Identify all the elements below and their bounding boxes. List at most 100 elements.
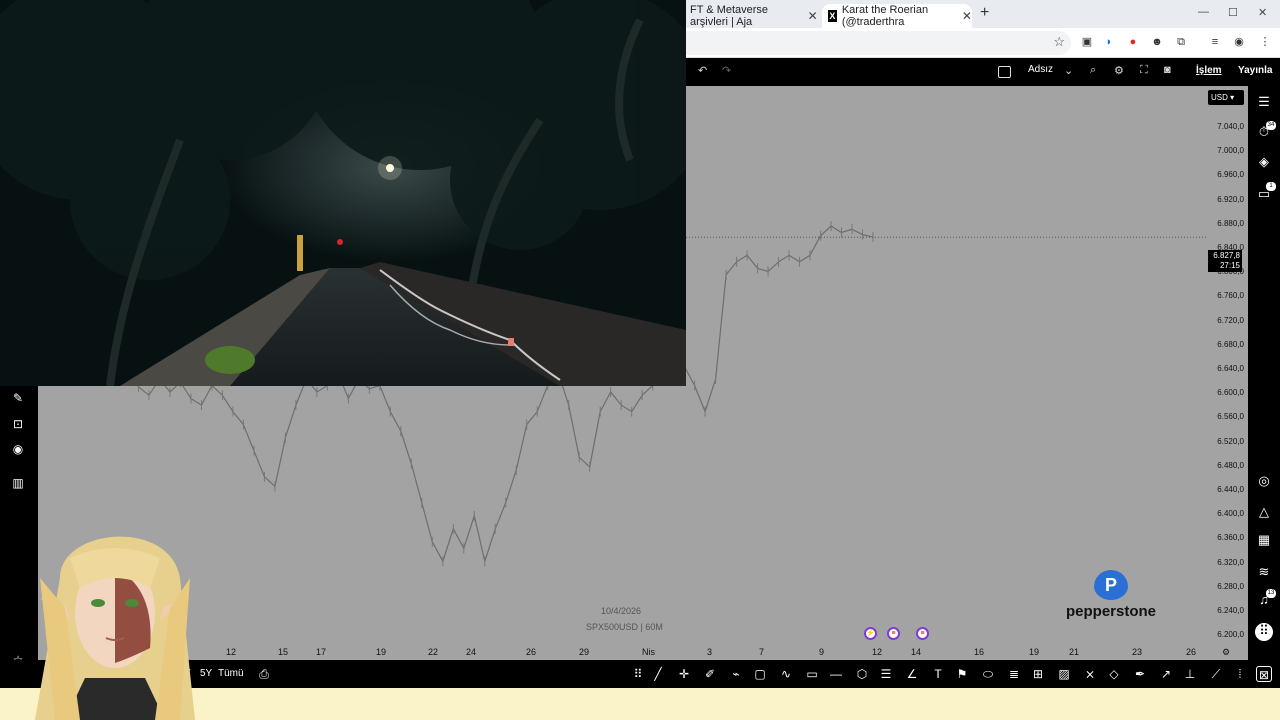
rectangle-icon[interactable]: ▢: [752, 666, 768, 682]
target-icon[interactable]: ◎: [1256, 473, 1272, 489]
arrow-icon[interactable]: ↗: [1158, 666, 1174, 682]
ruler-icon[interactable]: ⟋: [1208, 666, 1224, 682]
quick-search-icon[interactable]: ⌕: [1090, 64, 1096, 77]
range-5y-button[interactable]: 5Y: [200, 668, 212, 679]
maximize-button[interactable]: ☐: [1228, 6, 1238, 19]
us-flag-event-icon[interactable]: ≡: [916, 627, 929, 640]
new-tab-button[interactable]: +: [980, 4, 989, 22]
drag-handle-icon[interactable]: ⠿: [630, 666, 646, 682]
cast-icon[interactable]: ▣: [1080, 35, 1094, 49]
eye-icon[interactable]: ◉: [10, 441, 26, 457]
flag-icon[interactable]: ⚑: [954, 666, 970, 682]
settings-gear-icon[interactable]: ⚙: [1114, 64, 1124, 77]
trash-icon[interactable]: ▥: [10, 475, 26, 491]
calendar-icon[interactable]: ▦: [1256, 532, 1272, 548]
layout-square-icon[interactable]: [998, 66, 1011, 78]
gann-icon[interactable]: ⊞: [1030, 666, 1046, 682]
axis-settings-icon[interactable]: ⚙: [1222, 647, 1230, 658]
record-extension-icon[interactable]: ●: [1126, 35, 1140, 49]
camera-icon[interactable]: ◙: [1164, 64, 1171, 76]
price-tick-label: 6.560,0: [1217, 412, 1244, 422]
lightning-event-icon[interactable]: ⚡: [864, 627, 877, 640]
pencil-lock-icon[interactable]: ✎: [10, 390, 26, 406]
fib-channel-icon[interactable]: ≣: [1006, 666, 1022, 682]
undo-icon[interactable]: ↶: [698, 64, 707, 77]
menu-kebab-icon[interactable]: ⋮: [1258, 35, 1272, 49]
apps-grid-icon[interactable]: ⠿: [1255, 623, 1273, 641]
address-input[interactable]: ☆: [686, 31, 1071, 55]
price-scale[interactable]: 7.040,0 7.000,0 6.960,0 6.920,0 6.880,0 6.840…: [1208, 86, 1248, 660]
close-icon[interactable]: ✕: [962, 9, 972, 23]
time-tick-label: 26: [526, 647, 537, 657]
profile-avatar-icon[interactable]: ◉: [1232, 35, 1246, 49]
price-tick-label: 6.400,0: [1217, 509, 1244, 519]
alerts-badge: 34: [1266, 121, 1276, 130]
fib-icon[interactable]: ☰: [878, 666, 894, 682]
price-tick-label: 6.200,0: [1217, 630, 1244, 640]
puzzle-extensions-icon[interactable]: ⧉: [1174, 35, 1188, 49]
time-tick-label: 17: [316, 647, 327, 657]
browser-tab-x[interactable]: X Karat the Roerian (@traderthra ✕: [822, 4, 972, 28]
path-icon[interactable]: ⌁: [728, 666, 744, 682]
vertical-dots-icon[interactable]: ⦙: [1232, 666, 1248, 682]
time-tick-label: 14: [911, 647, 922, 657]
layers-icon[interactable]: ◈: [1256, 154, 1272, 170]
minimize-button[interactable]: —: [1198, 6, 1209, 18]
image-icon[interactable]: ▨: [1056, 666, 1072, 682]
pepperstone-wordmark: pepperstone: [1065, 603, 1156, 620]
time-tick-label: 16: [974, 647, 985, 657]
time-tick-label: 26: [1186, 647, 1197, 657]
x-logo-icon: X: [828, 10, 837, 22]
publish-button[interactable]: Yayınla: [1232, 61, 1278, 83]
redo-icon[interactable]: ↷: [722, 64, 731, 77]
price-tick-label: 6.600,0: [1217, 388, 1244, 398]
ellipse-icon[interactable]: ⬭: [980, 666, 996, 682]
us-flag-event-icon[interactable]: ≡: [887, 627, 900, 640]
video-overlay[interactable]: [0, 0, 686, 386]
highlighter-icon[interactable]: ✒: [1132, 666, 1148, 682]
close-window-button[interactable]: ✕: [1258, 6, 1267, 19]
eraser-icon[interactable]: ◇: [1106, 666, 1122, 682]
star-icon[interactable]: ☆: [1053, 34, 1065, 50]
close-icon[interactable]: ✕: [807, 9, 818, 23]
time-tick-label: 3: [707, 647, 713, 657]
currency-button[interactable]: USD ▾: [1208, 90, 1244, 105]
audio-extension-icon[interactable]: ◗: [1102, 35, 1116, 49]
price-tick-label: 6.520,0: [1217, 436, 1244, 446]
trendline-icon[interactable]: ╱: [650, 666, 666, 682]
wave-icon[interactable]: ∿: [778, 666, 794, 682]
trade-panel-icon[interactable]: ⊠: [1256, 666, 1272, 682]
callout-icon[interactable]: ▭: [804, 666, 820, 682]
stream-icon[interactable]: ≋: [1256, 564, 1272, 580]
watchlist-icon[interactable]: ☰: [1256, 94, 1272, 110]
reading-list-icon[interactable]: ≡: [1208, 35, 1222, 49]
time-tick-label: 23: [1132, 647, 1143, 657]
bar-countdown: 27:15: [1219, 261, 1240, 270]
right-sidebar: ☰ ⏱ 34 ◈ ▭ 1 ◎ △ ▦ ≋ ♫ 13 ⠿: [1248, 86, 1280, 660]
ninja-extension-icon[interactable]: ☻: [1150, 35, 1164, 49]
date-range-icon[interactable]: ⎙: [256, 666, 272, 682]
horizontal-line-icon[interactable]: —: [828, 666, 844, 682]
projection-icon[interactable]: ⊥: [1182, 666, 1198, 682]
time-axis[interactable]: 12 15 17 19 22 24 26 29 Nis 3 7 9 12 14 16 19 21 23 26 ⚙: [38, 645, 1248, 660]
crosshair-icon[interactable]: ✛: [676, 666, 692, 682]
triangle-pattern-icon[interactable]: △: [1256, 504, 1272, 520]
range-all-button[interactable]: Tümü: [218, 668, 244, 679]
lock-icon[interactable]: ⊡: [10, 416, 26, 432]
chart-watermark-date: 10/4/2026: [601, 606, 642, 616]
pattern-icon[interactable]: ⬡: [854, 666, 870, 682]
time-tick-label: 7: [759, 647, 765, 657]
layout-name[interactable]: Adsız: [1028, 64, 1053, 75]
pepperstone-mark-icon: P: [1094, 570, 1128, 600]
chevron-down-icon[interactable]: ⌄: [1064, 64, 1073, 77]
xabcd-icon[interactable]: ⨯: [1082, 666, 1098, 682]
fullscreen-icon[interactable]: ⛶: [1140, 64, 1148, 77]
angle-icon[interactable]: ∠: [904, 666, 920, 682]
brush-icon[interactable]: ✐: [702, 666, 718, 682]
time-tick-label: 12: [872, 647, 883, 657]
browser-tab-metaverse[interactable]: FT & Metaverse arşivleri | Aja ✕: [684, 4, 818, 28]
time-tick-label: 9: [819, 647, 825, 657]
trade-button[interactable]: İşlem: [1191, 61, 1227, 83]
text-icon[interactable]: T: [930, 666, 946, 682]
price-tick-label: 6.880,0: [1217, 218, 1244, 228]
